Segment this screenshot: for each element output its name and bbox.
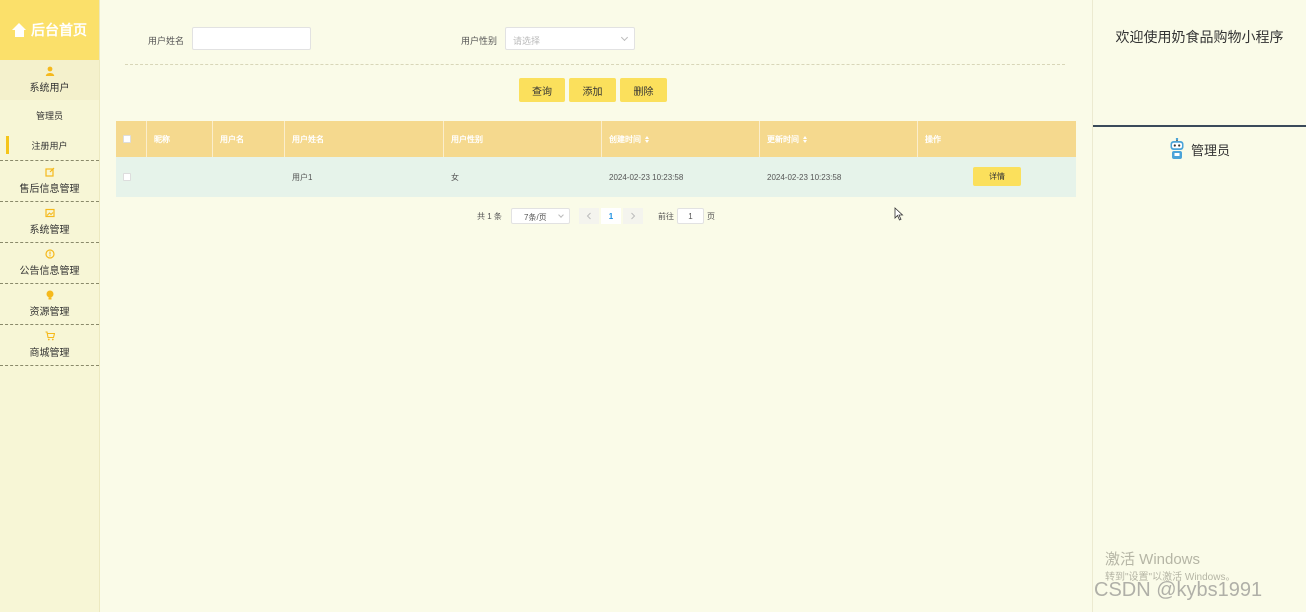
chevron-right-icon — [631, 212, 636, 220]
goto-label: 前往 — [658, 212, 674, 221]
right-panel: 欢迎使用奶食品购物小程序 管理员 激活 Windows 转到"设置"以激活 Wi… — [1092, 0, 1306, 612]
delete-button[interactable]: 删除 — [620, 78, 667, 102]
menu-label: 系统管理 — [29, 225, 70, 236]
row-checkbox[interactable] — [123, 173, 131, 181]
col-action: 操作 — [925, 134, 941, 144]
menu-label: 公告信息管理 — [19, 266, 80, 277]
user-role: 管理员 — [1190, 142, 1230, 158]
user-profile[interactable]: 管理员 — [1093, 138, 1306, 160]
sidebar-item-registered-users[interactable]: 注册用户 — [0, 130, 99, 160]
cell-username — [213, 157, 285, 197]
robot-avatar-icon — [1170, 138, 1184, 159]
col-name: 用户姓名 — [285, 121, 444, 157]
next-page-button[interactable] — [623, 208, 643, 224]
col-created[interactable]: 创建时间 — [602, 121, 760, 157]
menu-group-resources: 资源管理 — [0, 284, 99, 325]
chevron-left-icon — [586, 212, 591, 220]
table-row: 用户1 女 2024-02-23 10:23:58 2024-02-23 10:… — [116, 157, 1076, 197]
image-icon — [44, 208, 55, 218]
divider — [1093, 125, 1306, 127]
name-label: 用户姓名 — [148, 36, 185, 46]
chevron-down-icon — [620, 33, 629, 42]
mouse-cursor-icon — [894, 207, 904, 221]
search-form: 用户姓名 用户性别 请选择 — [100, 27, 1092, 51]
page-size-select[interactable]: 7条/页 — [511, 208, 570, 224]
menu-announcements[interactable]: 公告信息管理 — [0, 243, 99, 283]
menu-label: 售后信息管理 — [19, 184, 80, 195]
col-created-label: 创建时间 — [609, 134, 641, 144]
csdn-watermark: CSDN @kybs1991 — [1094, 579, 1263, 601]
menu-group-after-sales: 售后信息管理 — [0, 161, 99, 202]
add-button[interactable]: 添加 — [569, 78, 616, 102]
cell-gender: 女 — [451, 172, 459, 182]
user-icon — [45, 66, 55, 76]
gender-label: 用户性别 — [461, 36, 498, 46]
chevron-down-icon — [558, 212, 564, 218]
divider — [125, 64, 1065, 65]
cell-nickname — [147, 157, 213, 197]
row-select-cell — [116, 157, 147, 197]
col-nickname: 昵称 — [147, 121, 213, 157]
select-all-cell — [116, 121, 147, 157]
select-all-checkbox[interactable] — [123, 135, 131, 143]
sidebar-item-admin[interactable]: 管理员 — [0, 100, 99, 130]
col-gender: 用户性别 — [444, 121, 602, 157]
pagination: 共 1 条 7条/页 1 前往 1 页 — [100, 207, 1092, 225]
cell-action: 详情 — [918, 157, 1076, 197]
name-input[interactable] — [192, 27, 311, 50]
goto-page-label: 页 — [707, 212, 715, 221]
main-content: 用户姓名 用户性别 请选择 查询 添加 删除 昵称 用户名 用户姓名 用户性别 … — [100, 0, 1092, 612]
home-icon — [12, 23, 27, 37]
query-button[interactable]: 查询 — [519, 78, 565, 102]
cell-created: 2024-02-23 10:23:58 — [609, 172, 684, 182]
welcome-text: 欢迎使用奶食品购物小程序 — [1115, 29, 1284, 45]
sort-icon[interactable] — [645, 135, 649, 143]
menu-label: 商城管理 — [29, 348, 70, 359]
goto-input[interactable]: 1 — [677, 208, 704, 224]
users-table: 昵称 用户名 用户姓名 用户性别 创建时间 更新时间 操作 用户1 女 2024… — [116, 121, 1076, 197]
col-username: 用户名 — [213, 121, 285, 157]
cell-name: 用户1 — [292, 172, 313, 182]
prev-page-button[interactable] — [579, 208, 599, 224]
col-updated-label: 更新时间 — [767, 134, 799, 144]
bulb-icon — [45, 290, 55, 300]
cell-updated: 2024-02-23 10:23:58 — [767, 172, 842, 182]
menu-after-sales[interactable]: 售后信息管理 — [0, 161, 99, 201]
gender-select[interactable]: 请选择 — [505, 27, 635, 50]
col-updated[interactable]: 更新时间 — [760, 121, 918, 157]
gender-placeholder: 请选择 — [513, 36, 541, 46]
menu-group-system-users: 系统用户 管理员 注册用户 — [0, 60, 99, 161]
menu-group-announcements: 公告信息管理 — [0, 243, 99, 284]
edit-box-icon — [44, 167, 55, 177]
menu-resources[interactable]: 资源管理 — [0, 284, 99, 324]
menu-mall[interactable]: 商城管理 — [0, 325, 99, 365]
menu-system[interactable]: 系统管理 — [0, 202, 99, 242]
menu-label: 系统用户 — [29, 83, 70, 94]
menu-group-mall: 商城管理 — [0, 325, 99, 366]
page-size-value: 7条/页 — [524, 213, 547, 222]
menu-group-system: 系统管理 — [0, 202, 99, 243]
menu-label: 资源管理 — [29, 307, 70, 318]
info-icon — [44, 249, 55, 259]
sort-icon[interactable] — [803, 135, 807, 143]
home-link[interactable]: 后台首页 — [0, 0, 99, 60]
sidebar: 后台首页 系统用户 管理员 注册用户 售后信息管理 系统管理 公告信息管理 资源… — [0, 0, 100, 612]
home-title: 后台首页 — [31, 22, 87, 38]
pagination-total: 共 1 条 — [477, 212, 502, 221]
page-number-current[interactable]: 1 — [601, 208, 621, 224]
activation-watermark: 激活 Windows — [1105, 551, 1201, 568]
detail-button[interactable]: 详情 — [973, 167, 1021, 186]
table-header: 昵称 用户名 用户姓名 用户性别 创建时间 更新时间 操作 — [116, 121, 1076, 157]
cart-icon — [45, 331, 55, 341]
menu-system-users[interactable]: 系统用户 — [0, 60, 99, 100]
